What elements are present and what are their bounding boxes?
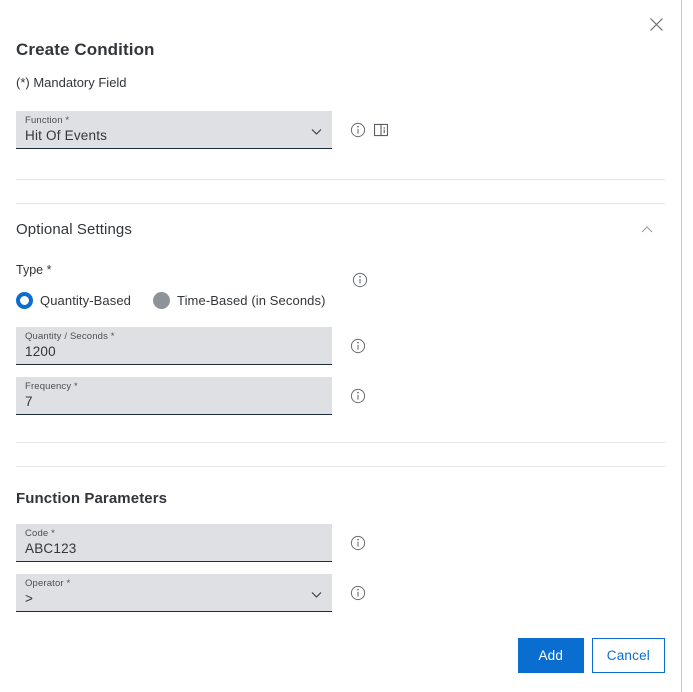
add-button[interactable]: Add — [517, 638, 584, 673]
function-field-row: Function * Hit Of Events — [0, 111, 681, 149]
info-icon[interactable] — [352, 271, 369, 288]
page-title: Create Condition — [16, 40, 155, 59]
quantity-field-row: Quantity / Seconds * 1200 — [0, 327, 681, 365]
type-label: Type * — [16, 263, 52, 277]
optional-settings-header[interactable]: Optional Settings — [0, 221, 681, 239]
info-icon[interactable] — [350, 121, 367, 138]
code-field-value: ABC123 — [25, 541, 77, 556]
quantity-icon-group — [350, 327, 367, 354]
radio-time-based[interactable]: Time-Based (in Seconds) — [153, 292, 326, 309]
frequency-input[interactable]: Frequency * 7 — [16, 377, 332, 415]
function-parameters-title: Function Parameters — [16, 490, 168, 507]
quantity-input[interactable]: Quantity / Seconds * 1200 — [16, 327, 332, 365]
cancel-button[interactable]: Cancel — [591, 638, 665, 673]
create-condition-dialog: Create Condition (*) Mandatory Field Fun… — [0, 0, 682, 692]
type-radio-group: Quantity-Based Time-Based (in Seconds) — [0, 292, 681, 309]
optional-settings-title: Optional Settings — [16, 221, 132, 238]
operator-field-row: Operator * > — [0, 574, 681, 612]
radio-unselected-icon — [153, 292, 171, 309]
code-icon-group — [350, 524, 367, 551]
function-field-label: Function * — [25, 115, 70, 126]
frequency-icon-group — [350, 377, 367, 404]
frequency-field-row: Frequency * 7 — [0, 377, 681, 415]
dialog-header: Create Condition (*) Mandatory Field — [0, 0, 681, 91]
operator-select[interactable]: Operator * > — [16, 574, 332, 612]
operator-field-wrap: Operator * > — [16, 574, 332, 612]
close-icon — [649, 17, 664, 32]
code-input[interactable]: Code * ABC123 — [16, 524, 332, 562]
chevron-down-icon — [309, 124, 324, 139]
frequency-field-wrap: Frequency * 7 — [16, 377, 332, 415]
info-icon[interactable] — [350, 337, 367, 354]
info-icon[interactable] — [350, 584, 367, 601]
mandatory-field-note: (*) Mandatory Field — [16, 75, 127, 90]
frequency-field-label: Frequency * — [25, 381, 78, 392]
quantity-field-value: 1200 — [25, 344, 56, 359]
function-field-value: Hit Of Events — [25, 128, 108, 143]
chevron-up-icon — [639, 222, 655, 238]
function-field-wrap: Function * Hit Of Events — [16, 111, 332, 149]
function-icon-group — [350, 111, 390, 138]
function-select[interactable]: Function * Hit Of Events — [16, 111, 332, 149]
radio-quantity-based-label: Quantity-Based — [40, 293, 132, 308]
dialog-footer: Add Cancel — [517, 638, 665, 673]
code-field-label: Code * — [25, 528, 55, 539]
operator-field-value: > — [25, 591, 34, 606]
quantity-field-wrap: Quantity / Seconds * 1200 — [16, 327, 332, 365]
code-field-row: Code * ABC123 — [0, 524, 681, 562]
operator-field-label: Operator * — [25, 578, 71, 589]
radio-selected-icon — [16, 292, 33, 309]
frequency-field-value: 7 — [25, 394, 33, 409]
chevron-down-icon — [309, 587, 324, 602]
document-info-icon[interactable] — [373, 121, 390, 138]
code-field-wrap: Code * ABC123 — [16, 524, 332, 562]
radio-time-based-label: Time-Based (in Seconds) — [177, 293, 326, 308]
quantity-field-label: Quantity / Seconds * — [25, 331, 115, 342]
radio-quantity-based[interactable]: Quantity-Based — [16, 292, 131, 309]
operator-icon-group — [350, 574, 367, 601]
info-icon[interactable] — [350, 387, 367, 404]
close-dialog-button[interactable] — [643, 11, 669, 37]
info-icon[interactable] — [350, 534, 367, 551]
